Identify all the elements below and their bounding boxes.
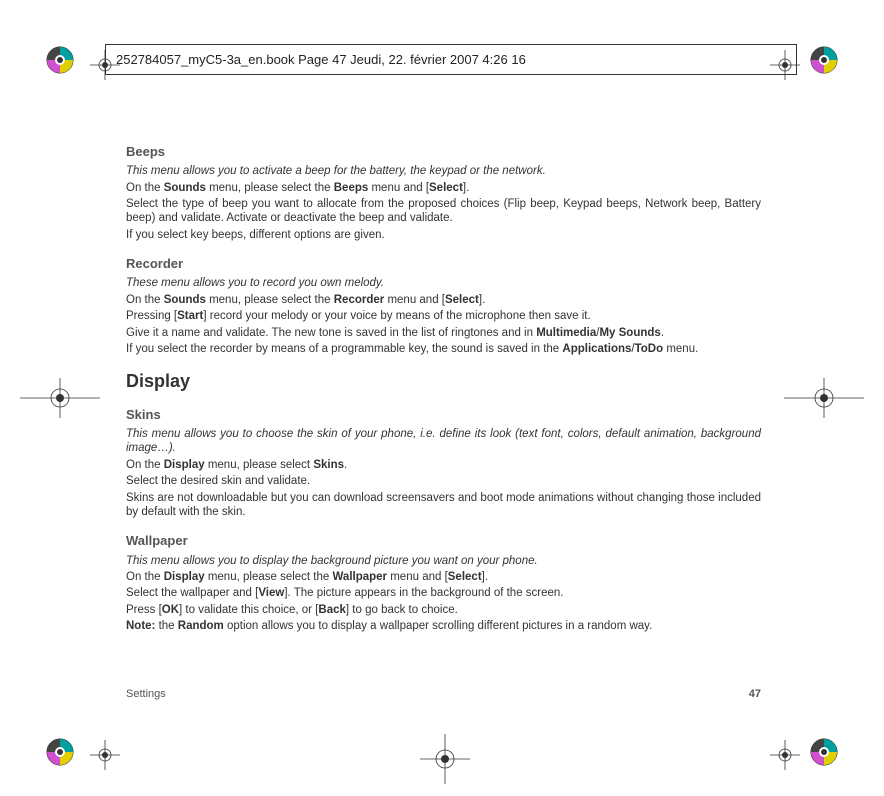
beeps-line2: Select the type of beep you want to allo…: [126, 197, 761, 226]
footer-label: Settings: [126, 688, 166, 700]
beeps-intro: This menu allows you to activate a beep …: [126, 164, 761, 178]
section-title-wallpaper: Wallpaper: [126, 533, 761, 549]
section-title-display: Display: [126, 370, 761, 393]
skins-line1: On the Display menu, please select Skins…: [126, 458, 761, 472]
recorder-line1: On the Sounds menu, please select the Re…: [126, 293, 761, 307]
wallpaper-intro: This menu allows you to display the back…: [126, 554, 761, 568]
section-title-skins: Skins: [126, 407, 761, 423]
skins-line3: Skins are not downloadable but you can d…: [126, 491, 761, 520]
header-text: 252784057_myC5-3a_en.book Page 47 Jeudi,…: [116, 52, 526, 67]
crosshair-icon: [770, 740, 800, 770]
page-number: 47: [749, 688, 761, 700]
page-content: Beeps This menu allows you to activate a…: [126, 130, 761, 635]
registration-mark-br: [810, 738, 838, 766]
crosshair-icon: [90, 740, 120, 770]
recorder-line2: Pressing [Start] record your melody or y…: [126, 309, 761, 323]
crosshair-icon: [784, 378, 864, 418]
registration-mark-tl: [46, 46, 74, 74]
wallpaper-line1: On the Display menu, please select the W…: [126, 570, 761, 584]
skins-line2: Select the desired skin and validate.: [126, 474, 761, 488]
recorder-line4: If you select the recorder by means of a…: [126, 342, 761, 356]
recorder-line3: Give it a name and validate. The new ton…: [126, 326, 761, 340]
crosshair-icon: [420, 734, 470, 784]
skins-intro: This menu allows you to choose the skin …: [126, 427, 761, 456]
section-title-beeps: Beeps: [126, 144, 761, 160]
section-title-recorder: Recorder: [126, 256, 761, 272]
beeps-line1: On the Sounds menu, please select the Be…: [126, 181, 761, 195]
wallpaper-line2: Select the wallpaper and [View]. The pic…: [126, 586, 761, 600]
recorder-intro: These menu allows you to record you own …: [126, 276, 761, 290]
registration-mark-bl: [46, 738, 74, 766]
crosshair-icon: [20, 378, 100, 418]
wallpaper-line4: Note: the Random option allows you to di…: [126, 619, 761, 633]
beeps-line3: If you select key beeps, different optio…: [126, 228, 761, 242]
page-footer: Settings 47: [126, 688, 761, 700]
wallpaper-line3: Press [OK] to validate this choice, or […: [126, 603, 761, 617]
registration-mark-tr: [810, 46, 838, 74]
page-header: 252784057_myC5-3a_en.book Page 47 Jeudi,…: [105, 44, 797, 75]
